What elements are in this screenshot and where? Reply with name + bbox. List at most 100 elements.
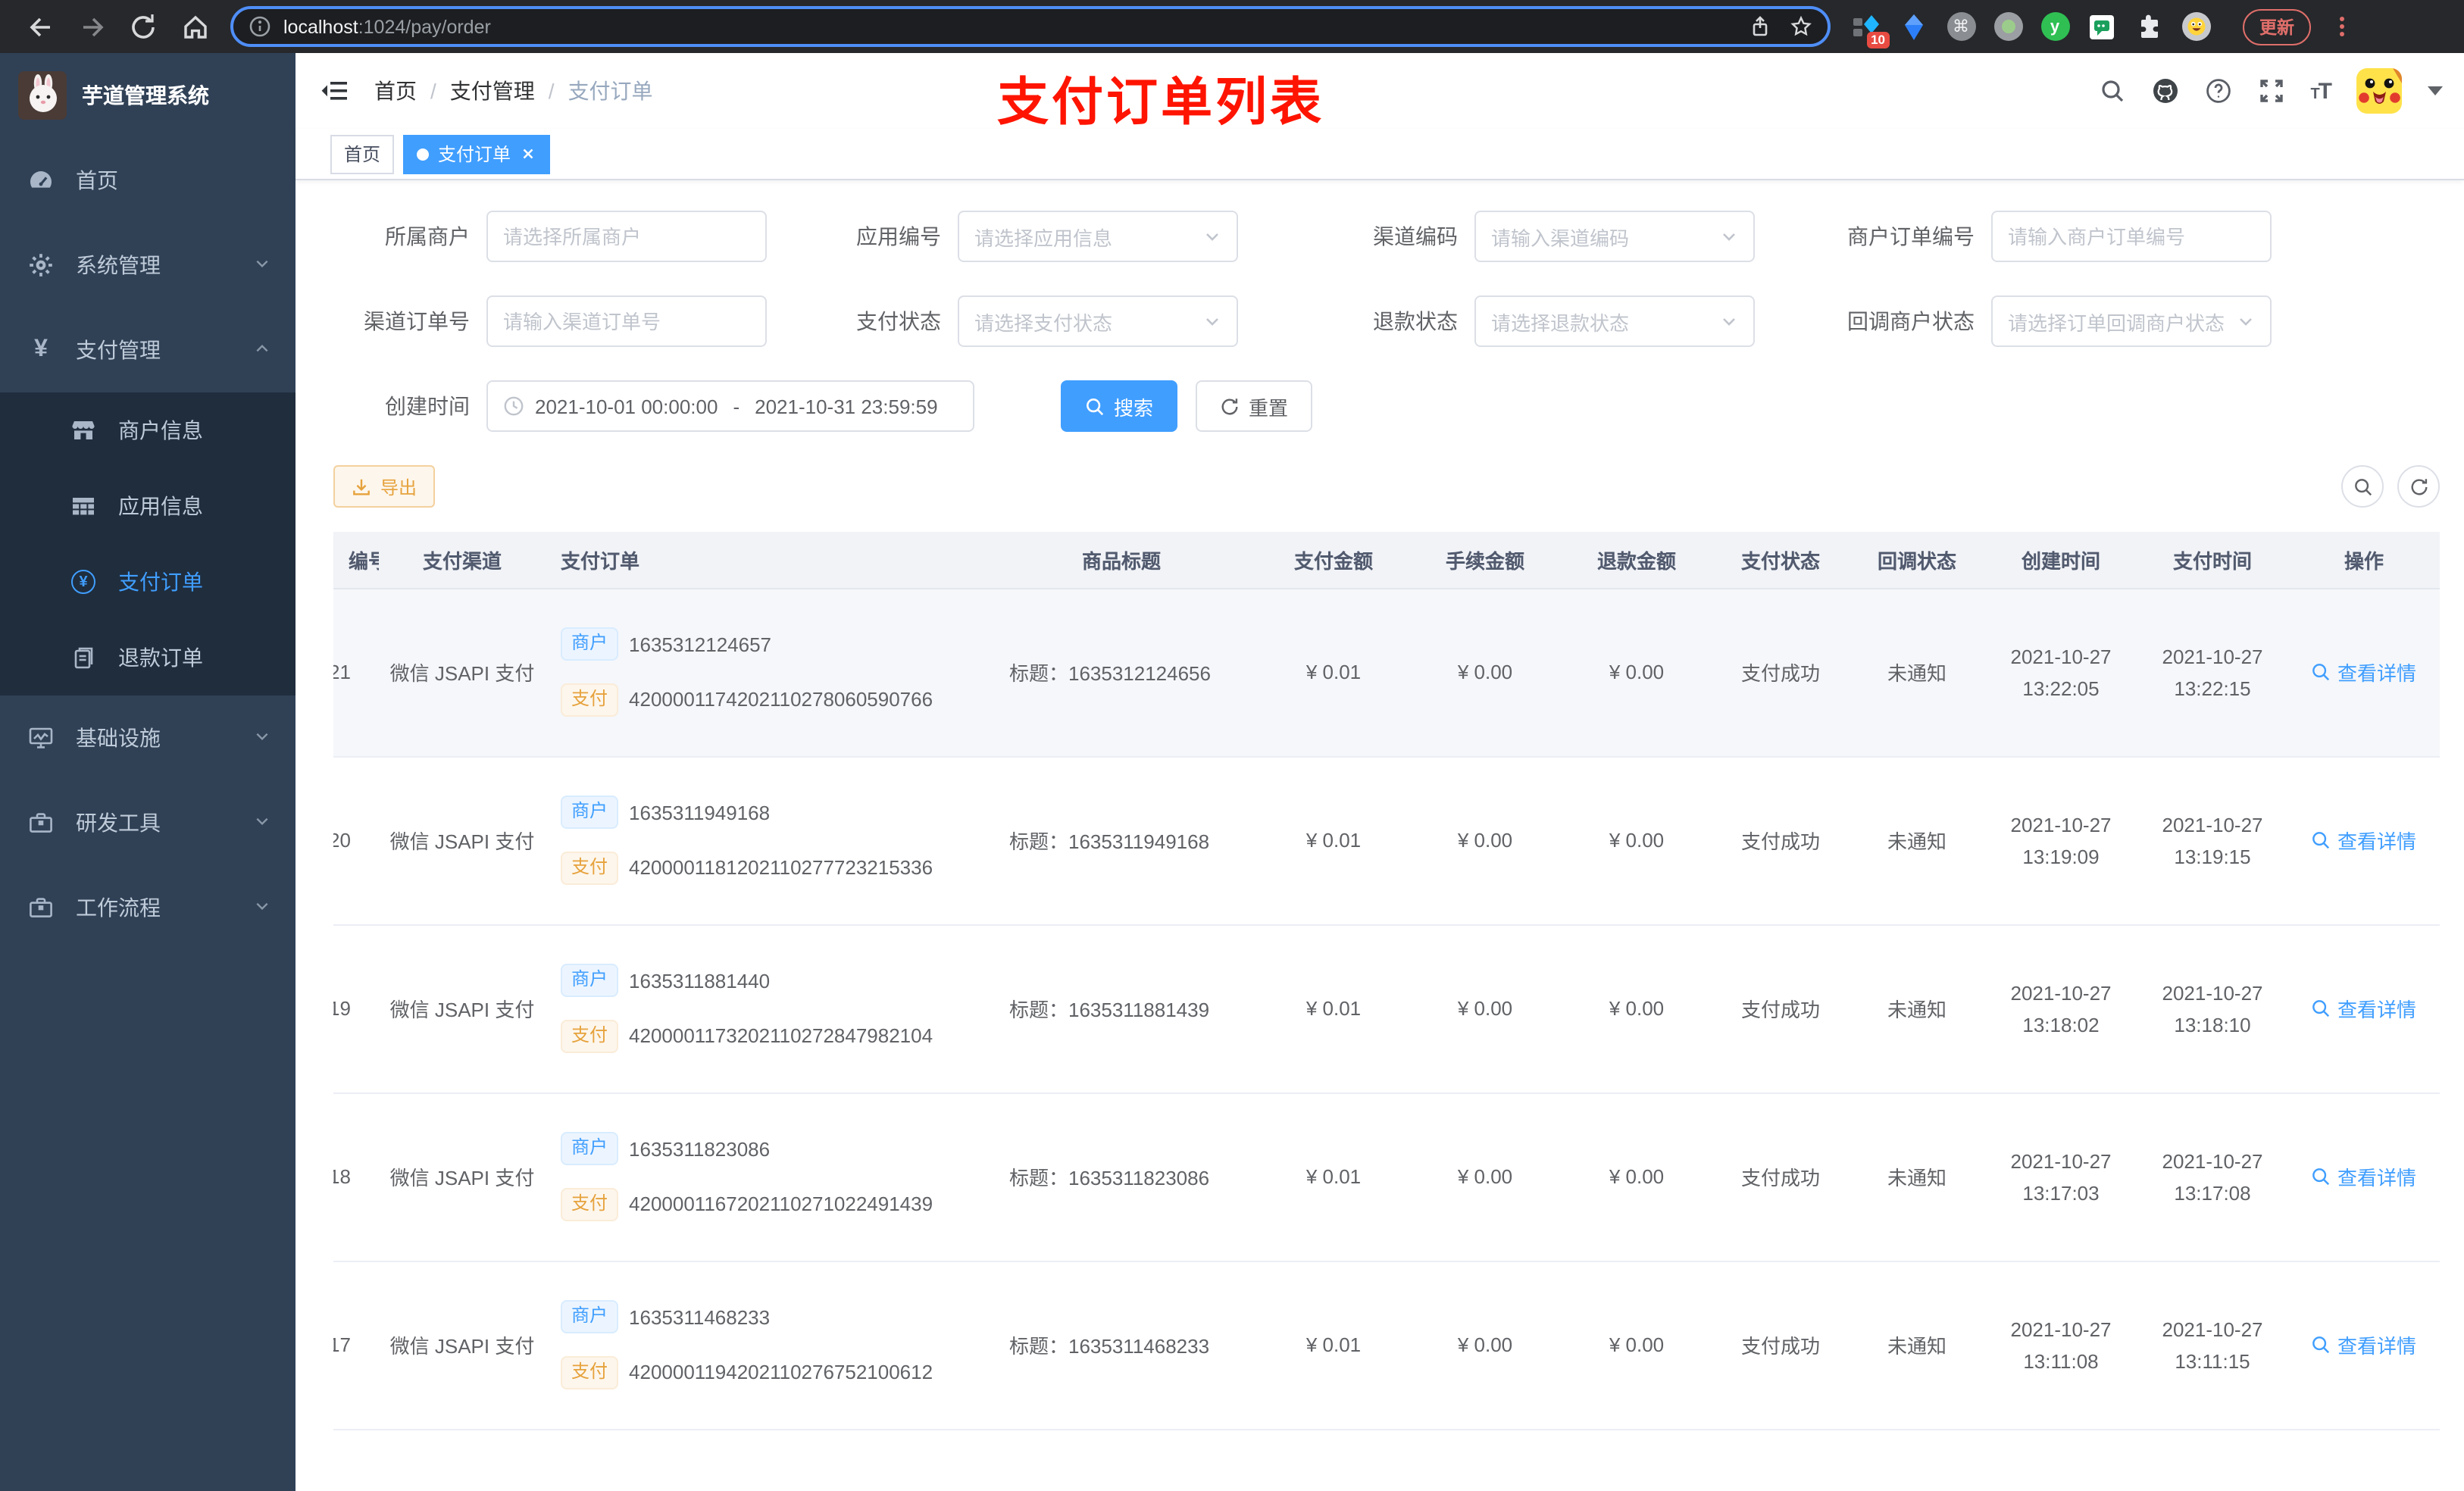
puzzle-extensions-icon[interactable] [2134, 11, 2164, 42]
view-detail-link[interactable]: 查看详情 [2312, 1162, 2416, 1191]
sidebar-item-merchant-info[interactable]: 商户信息 [0, 392, 295, 468]
recorder-extension-icon[interactable] [1993, 11, 2023, 42]
view-detail-link[interactable]: 查看详情 [2312, 994, 2416, 1023]
font-size-icon[interactable]: TT [2310, 78, 2332, 104]
yuque-extension-icon[interactable]: y [2040, 11, 2070, 42]
order-id: 21 [333, 588, 379, 757]
create-time-range-picker[interactable]: 2021-10-01 00:00:00 - 2021-10-31 23:59:5… [486, 380, 974, 432]
user-avatar[interactable] [2356, 68, 2402, 114]
order-id: 18 [333, 1092, 379, 1261]
avatar-dropdown-caret[interactable] [2428, 86, 2443, 95]
drawio-extension-icon[interactable] [1899, 11, 1929, 42]
utools-extension-icon[interactable]: 10 [1852, 11, 1890, 48]
pay-order-cell: 商户 1635311949168 支付 42000011812021102777… [546, 756, 985, 925]
date-end[interactable]: 2021-10-31 23:59:59 [755, 395, 937, 417]
merchant-input[interactable] [486, 211, 767, 262]
fullscreen-icon[interactable] [2257, 77, 2284, 105]
browser-home-icon[interactable] [180, 11, 211, 42]
search-button[interactable]: 搜索 [1061, 380, 1178, 432]
notify-status: 未通知 [1849, 588, 1985, 757]
share-icon[interactable] [1749, 15, 1771, 38]
toggle-search-button[interactable] [2341, 465, 2384, 508]
pay-status: 支付成功 [1712, 588, 1849, 757]
tab-home[interactable]: 首页 [330, 134, 395, 173]
yen-circle-icon: ¥ [70, 568, 97, 595]
merchant-order-input-field[interactable] [2008, 225, 2255, 248]
notify-status-select[interactable]: 请选择订单回调商户状态 [1991, 295, 2272, 347]
pay-amount: ¥ 0.01 [1258, 924, 1409, 1093]
chat-extension-icon[interactable] [2087, 11, 2117, 42]
address-bar[interactable]: localhost:1024/pay/order [230, 6, 1831, 47]
pay-status-select[interactable]: 请选择支付状态 [958, 295, 1238, 347]
pay-status: 支付成功 [1712, 756, 1849, 925]
sidebar-item-refund-order[interactable]: 退款订单 [0, 620, 295, 695]
github-icon[interactable] [2151, 77, 2178, 105]
filter-row-3: 创建时间 2021-10-01 00:00:00 - 2021-10-31 23… [333, 380, 2440, 432]
merchant-order-no: 1635311949168 [629, 801, 771, 824]
command-extension-icon[interactable]: ⌘ [1946, 11, 1976, 42]
site-info-icon[interactable] [249, 15, 271, 38]
sidebar-item-pay-order[interactable]: ¥ 支付订单 [0, 544, 295, 620]
column-header-pay-status: 支付状态 [1712, 532, 1849, 589]
channel-code-select[interactable]: 请输入渠道编码 [1474, 211, 1755, 262]
close-tab-icon[interactable] [520, 145, 536, 162]
merchant-order-label: 商户订单编号 [1847, 224, 1975, 248]
app-logo[interactable]: 芋道管理系统 [0, 53, 295, 138]
help-icon[interactable] [2204, 77, 2231, 105]
sidebar-item-infra[interactable]: 基础设施 [0, 695, 295, 780]
channel-order-no: 4200001194202110276752100612 [629, 1361, 933, 1384]
chevron-down-icon [253, 726, 271, 750]
breadcrumb-home[interactable]: 首页 [374, 76, 417, 106]
sidebar-item-payment[interactable]: ¥ 支付管理 [0, 308, 295, 392]
channel-order-input-field[interactable] [503, 310, 750, 333]
refund-amount: ¥ 0.00 [1561, 1261, 1712, 1430]
app-select[interactable]: 请选择应用信息 [958, 211, 1238, 262]
export-button[interactable]: 导出 [333, 465, 436, 508]
browser-back-icon[interactable] [26, 11, 56, 42]
date-start[interactable]: 2021-10-01 00:00:00 [535, 395, 718, 417]
refund-amount: ¥ 0.00 [1561, 1092, 1712, 1261]
notify-status: 未通知 [1849, 1092, 1985, 1261]
clock-icon [504, 396, 524, 416]
column-header-created: 创建时间 [1985, 532, 2137, 589]
refund-status-select[interactable]: 请选择退款状态 [1474, 295, 1755, 347]
view-detail-link[interactable]: 查看详情 [2312, 1330, 2416, 1359]
pay-order-cell: 商户 1635312124657 支付 42000011742021102780… [546, 588, 985, 757]
refresh-table-button[interactable] [2397, 465, 2440, 508]
sidebar-item-system[interactable]: 系统管理 [0, 223, 295, 308]
merchant-badge: 商户 [561, 627, 619, 661]
view-detail-link[interactable]: 查看详情 [2312, 658, 2416, 686]
product-title: 标题：1635311468233 [985, 1261, 1258, 1430]
browser-forward-icon[interactable] [77, 11, 108, 42]
table-row: 19 微信 JSAPI 支付 商户 1635311881440 支付 42000… [333, 924, 2440, 1093]
collapse-sidebar-icon[interactable] [320, 76, 350, 106]
breadcrumb-payment[interactable]: 支付管理 [450, 76, 535, 106]
channel-order-input[interactable] [486, 295, 767, 347]
browser-menu-icon[interactable] [2340, 17, 2344, 36]
column-header-channel: 支付渠道 [379, 532, 546, 589]
sidebar-item-workflow[interactable]: 工作流程 [0, 865, 295, 950]
browser-update-button[interactable]: 更新 [2243, 8, 2311, 45]
sidebar-item-devtool[interactable]: 研发工具 [0, 780, 295, 865]
document-icon [70, 644, 97, 671]
reset-button[interactable]: 重置 [1196, 380, 1313, 432]
page-content: 所属商户 应用编号 请选择应用信息 渠道编码 请输入渠道编码 商户订单编号 [295, 180, 2464, 1491]
browser-reload-icon[interactable] [129, 11, 159, 42]
action-cell: 查看详情 [2288, 1261, 2440, 1430]
pay-badge: 支付 [561, 1356, 619, 1389]
merchant-input-field[interactable] [503, 225, 750, 248]
tab-pay-order[interactable]: 支付订单 [403, 134, 551, 173]
logo-rabbit-image [18, 71, 67, 120]
fee-amount: ¥ 0.00 [1409, 756, 1561, 925]
merchant-order-input[interactable] [1991, 211, 2272, 262]
created-time: 2021-10-27 13:11:08 [1985, 1261, 2137, 1430]
briefcase-icon [27, 894, 55, 921]
pay-channel: 微信 JSAPI 支付 [379, 1261, 546, 1430]
sidebar-item-home[interactable]: 首页 [0, 138, 295, 223]
bookmark-star-icon[interactable] [1790, 15, 1812, 38]
sidebar-item-app-info[interactable]: 应用信息 [0, 468, 295, 544]
merchant-order-no: 1635311468233 [629, 1305, 771, 1329]
header-search-icon[interactable] [2098, 77, 2125, 105]
view-detail-link[interactable]: 查看详情 [2312, 826, 2416, 855]
emoji-profile-icon[interactable] [2181, 11, 2211, 42]
